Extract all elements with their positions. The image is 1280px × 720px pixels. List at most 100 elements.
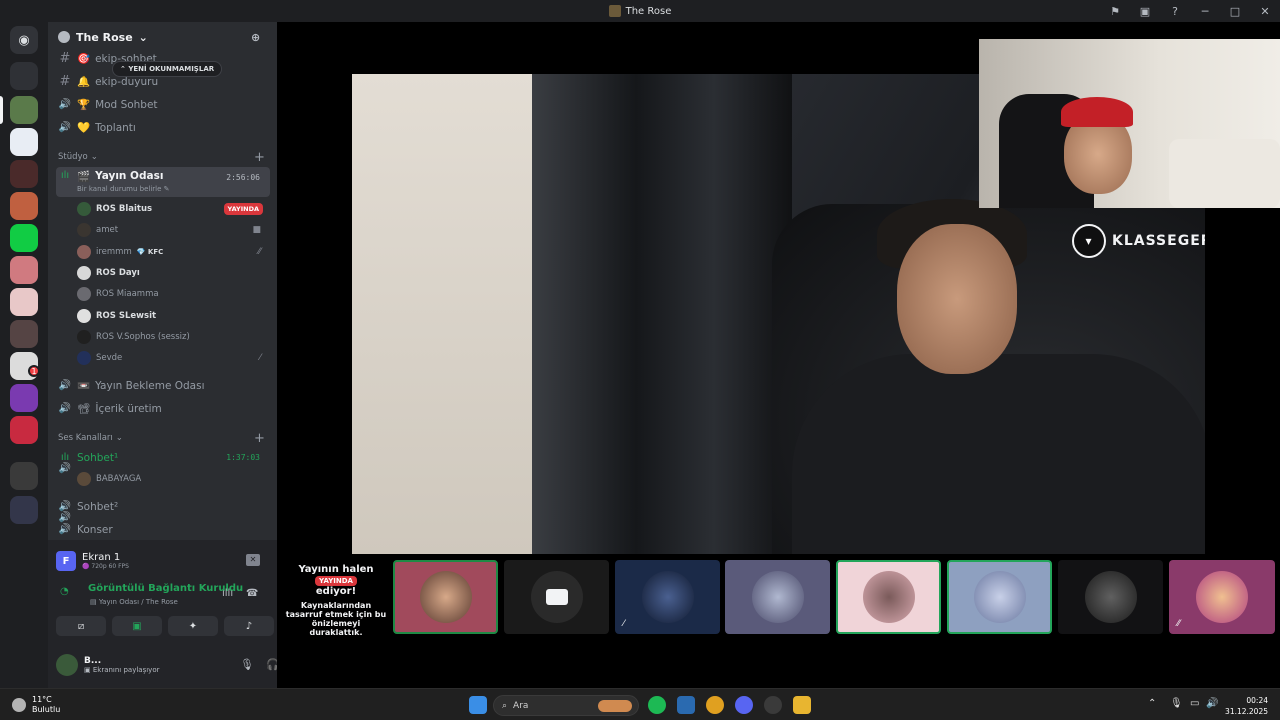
channel-icerik-uretim[interactable]: 🔊 📽 İçerik üretim [56,398,270,419]
participant-tile[interactable] [393,560,498,634]
member-row[interactable]: ROS SLewsit [77,306,267,326]
server-icon[interactable] [10,462,38,490]
notice-title-2: ediyor! [315,586,357,597]
channel-label: Toplantı [95,121,136,134]
microphone-icon[interactable]: 🎙 [1170,698,1183,709]
speaker-icon: 🔊 [58,121,72,133]
server-icon[interactable] [10,320,38,348]
channel-status-text: Bir kanal durumu belirle [77,185,162,193]
spotify-icon[interactable] [648,696,666,714]
connection-status[interactable]: Görüntülü Bağlantı Kuruldu [88,583,243,594]
member-row[interactable]: BABAYAGA [77,469,267,489]
member-row[interactable]: Sevde ⁄ [77,348,267,368]
channel-konser[interactable]: 🔊 Konser [56,519,270,540]
activities-button[interactable]: ✦ [168,616,218,636]
server-icon[interactable] [10,496,38,524]
participant-tile[interactable] [947,560,1052,634]
member-row[interactable]: ROS Blaitus YAYINDA [77,199,267,219]
member-name: ROS V.Sophos (sessiz) [96,332,190,342]
server-icon[interactable] [10,96,38,124]
screen-quality: 🟣 720p 60 FPS [82,563,129,570]
member-row[interactable]: ROS V.Sophos (sessiz) [77,327,267,347]
server-icon[interactable] [10,192,38,220]
user-area[interactable]: B...▣ Ekranını paylaşıyor 🎙 🎧 ⚙ [56,650,302,680]
inbox-icon[interactable]: ⚑ [1100,0,1130,22]
file-explorer-icon[interactable] [793,696,811,714]
server-icon[interactable] [10,160,38,188]
signal-icon: ◔ [60,586,69,597]
stop-share-icon[interactable]: ✕ [246,554,260,566]
channel-label: Yayın Odası [95,170,164,182]
network-icon[interactable]: ▭ [1190,698,1199,709]
clock[interactable]: 00:24 31.12.2025 [1222,695,1268,717]
channel-yayin-bekleme[interactable]: 🔊 📼 Yayın Bekleme Odası [56,375,270,396]
channel-toplanti[interactable]: 🔊 💛 Toplantı [56,117,270,138]
volume-icon[interactable]: 🔊 [1206,698,1218,709]
minimize-button[interactable]: ─ [1190,0,1220,22]
noise-suppression-icon[interactable]: ıllı [222,588,233,599]
server-rail: ◉ 1 [0,22,48,688]
search-icon: ⌕ [502,700,508,711]
close-button[interactable]: ✕ [1250,0,1280,22]
webcam-pip[interactable] [979,39,1280,208]
weather-widget[interactable]: 11°C Bulutlu [12,695,60,715]
avatar [77,245,91,259]
app-icon[interactable] [677,696,695,714]
notice-title: Yayının halen [298,564,374,575]
participant-tile[interactable] [504,560,609,634]
windows-start-icon[interactable] [469,696,487,714]
speaker-icon: 🔊 [58,379,72,391]
participant-tile[interactable] [1058,560,1163,634]
screen-share-card[interactable]: F Ekran 1 🟣 720p 60 FPS ✕ [56,548,270,574]
notification-icon[interactable]: ▣ [1130,0,1160,22]
window-title: The Rose [608,5,671,17]
server-icon[interactable] [10,288,38,316]
server-icon[interactable] [10,416,38,444]
participant-tile[interactable] [725,560,830,634]
chevron-down-icon: ⌄ [138,30,148,44]
taskbar-search[interactable]: ⌕ Ara [493,695,639,716]
screen-share-button[interactable]: ▣ [112,616,162,636]
pencil-icon: ✎ [163,185,170,193]
camera-icon: ■ [252,225,261,235]
camera-off-button[interactable]: ⧄ [56,616,106,636]
member-name: ROS Dayı [96,268,140,278]
category-studio[interactable]: Stüdyo ⌄ + [58,150,265,165]
maximize-button[interactable]: □ [1220,0,1250,22]
add-channel-icon[interactable]: + [254,431,265,446]
add-member-icon[interactable]: ⊕ [251,31,265,44]
microphone-icon[interactable]: 🎙 [240,658,254,671]
channel-status[interactable]: Bir kanal durumu belirle ✎ [77,185,170,193]
chrome-icon[interactable] [706,696,724,714]
avatar [77,266,91,280]
paused-preview-notice: Yayının halen YAYINDA ediyor! Kaynakları… [285,564,387,637]
channel-mod-sohbet[interactable]: 🔊 🏆 Mod Sohbet [56,94,270,115]
video-wall [352,74,552,554]
member-row[interactable]: ROS Dayı [77,263,267,283]
participant-tile[interactable] [836,560,941,634]
app-icon[interactable] [764,696,782,714]
channel-sohbet1[interactable]: ılı 🔊 Sohbet¹ 1:37:03 [56,447,270,474]
category-ses-kanallari[interactable]: Ses Kanalları ⌄ + [58,431,265,446]
weather-text: Bulutlu [32,705,61,714]
server-icon[interactable] [10,256,38,284]
disconnect-icon[interactable]: ☎ [246,588,258,599]
kick-server-icon[interactable] [10,224,38,252]
add-channel-icon[interactable]: + [254,150,265,165]
member-row[interactable]: amet ■ [77,220,267,240]
soundboard-button[interactable]: ♪ [224,616,274,636]
help-icon[interactable]: ? [1160,0,1190,22]
member-row[interactable]: ROS Miaamma [77,284,267,304]
participant-tile[interactable]: ⁄⁄ [1169,560,1275,634]
server-icon[interactable] [10,128,38,156]
channel-ekip-duyuru[interactable]: # 🔔 ekip-duyuru [56,71,270,92]
server-icon[interactable] [10,384,38,412]
discord-home-icon[interactable]: ◉ [10,26,38,54]
chevron-up-icon[interactable]: ⌃ [1148,698,1156,709]
discord-icon[interactable] [735,696,753,714]
participant-avatar [973,571,1026,623]
server-icon[interactable] [10,62,38,90]
channel-sohbet2[interactable]: 🔊🔊 Sohbet² [56,496,270,523]
member-row[interactable]: iremmm 💎 KFC ⁄⁄ [77,242,267,262]
participant-tile[interactable]: ⁄ [615,560,720,634]
